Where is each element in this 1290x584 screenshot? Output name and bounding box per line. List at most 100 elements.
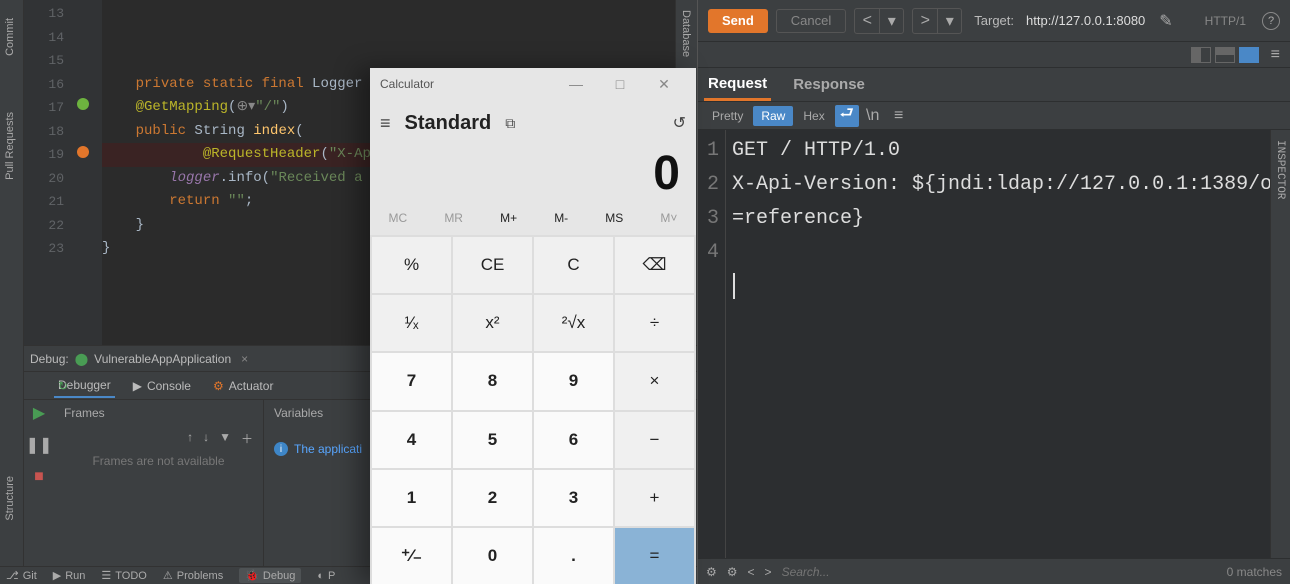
cancel-button[interactable]: Cancel [776, 9, 846, 33]
history-icon[interactable]: ↺ [673, 113, 686, 133]
tab-response[interactable]: Response [789, 70, 869, 99]
nav-fwd-icon[interactable]: > [913, 9, 937, 33]
calc-mem-ms[interactable]: MS [605, 211, 623, 225]
debug-runconfig[interactable]: VulnerableAppApplication [94, 352, 231, 366]
search-settings-icon[interactable]: ⚙ [706, 565, 717, 579]
help-icon[interactable]: ? [1262, 12, 1280, 30]
layout-split-v-icon[interactable] [1215, 47, 1235, 63]
right-tab-inspector[interactable]: INSPECTOR [1271, 130, 1289, 209]
sb-debug[interactable]: 🐞Debug [239, 568, 301, 583]
nav-fwd-menu-icon[interactable]: ▾ [937, 9, 961, 33]
calc-key-C[interactable]: C [534, 237, 613, 293]
mode-pretty[interactable]: Pretty [704, 106, 751, 126]
search-input[interactable] [782, 565, 1217, 579]
calc-key-5[interactable]: 5 [453, 412, 532, 468]
chevron-right-icon[interactable]: > [765, 565, 772, 579]
http-body[interactable]: 1234 GET / HTTP/1.0 X-Api-Version: ${jnd… [698, 130, 1290, 558]
next-frame-icon[interactable]: ↓ [203, 430, 209, 447]
popout-icon[interactable]: ⧉ [505, 115, 515, 132]
calc-key-+[interactable]: + [615, 470, 694, 526]
calc-mem-mr: MR [444, 211, 463, 225]
line-numbers: 1314151617181920212223 [24, 0, 72, 345]
show-nonprint-icon[interactable]: \n [861, 105, 885, 127]
sb-p[interactable]: ◐P [317, 570, 335, 582]
close-button[interactable]: ✕ [642, 76, 686, 93]
list-icon[interactable]: ≡ [887, 105, 911, 127]
sb-problems[interactable]: ⚠Problems [163, 569, 223, 582]
send-button[interactable]: Send [708, 9, 768, 33]
prev-frame-icon[interactable]: ↑ [187, 430, 193, 447]
left-tab-pullrequests[interactable]: Pull Requests [0, 104, 20, 188]
tab-actuator[interactable]: ⚙Actuator [209, 375, 277, 397]
layout-split-h-icon[interactable] [1191, 47, 1211, 63]
left-tab-structure[interactable]: Structure [0, 468, 20, 529]
calc-key-%[interactable]: % [372, 237, 451, 293]
target-url[interactable]: http://127.0.0.1:8080 [1026, 13, 1145, 28]
maximize-button[interactable]: □ [598, 76, 642, 92]
edit-target-icon[interactable]: ✎ [1159, 11, 1172, 31]
close-icon[interactable]: × [241, 352, 248, 366]
calc-key-2[interactable]: 2 [453, 470, 532, 526]
calc-key-0[interactable]: 0 [453, 528, 532, 584]
console-icon: ▶ [133, 379, 142, 393]
search-matches: 0 matches [1227, 565, 1282, 579]
calc-key-²√x[interactable]: ²√x [534, 295, 613, 351]
add-icon[interactable]: ＋ [241, 430, 253, 447]
tab-request[interactable]: Request [704, 69, 771, 101]
gutter[interactable] [72, 0, 102, 345]
frames-message: Frames are not available [64, 454, 253, 468]
rerun-icon[interactable]: ↻ [54, 377, 72, 395]
http-right-toolstrip: INSPECTOR [1270, 130, 1290, 558]
calc-key-=[interactable]: = [615, 528, 694, 584]
calc-key-.[interactable]: . [534, 528, 613, 584]
stop-icon[interactable]: ■ [30, 468, 48, 486]
calc-key-6[interactable]: 6 [534, 412, 613, 468]
filter-icon[interactable]: ▼ [219, 430, 231, 447]
http-proto[interactable]: HTTP/1 [1205, 14, 1246, 28]
chevron-left-icon[interactable]: < [748, 565, 755, 579]
layout-menu-icon[interactable]: ≡ [1271, 46, 1280, 64]
hamburger-icon[interactable]: ≡ [380, 113, 391, 134]
sb-todo[interactable]: ☰TODO [101, 569, 146, 582]
calc-key-8[interactable]: 8 [453, 353, 532, 409]
calc-titlebar[interactable]: Calculator — □ ✕ [370, 68, 696, 100]
left-tab-commit[interactable]: Commit [0, 10, 20, 64]
spring-boot-icon: ⬤ [75, 352, 88, 366]
search-options-icon[interactable]: ⚙ [727, 565, 738, 579]
calc-key-⁺⁄₋[interactable]: ⁺⁄₋ [372, 528, 451, 584]
todo-icon: ☰ [101, 569, 111, 582]
sb-run[interactable]: ▶Run [53, 569, 86, 582]
ide-left-toolstrip: Commit Pull Requests Structure Favorites [0, 0, 24, 584]
calc-key-x²[interactable]: x² [453, 295, 532, 351]
calc-key-1[interactable]: 1 [372, 470, 451, 526]
tab-console[interactable]: ▶Console [129, 375, 195, 397]
calc-key-−[interactable]: − [615, 412, 694, 468]
right-tab-database[interactable]: Database [676, 0, 696, 67]
calc-key-3[interactable]: 3 [534, 470, 613, 526]
nav-back-icon[interactable]: < [855, 9, 879, 33]
layout-single-icon[interactable] [1239, 47, 1259, 63]
wrap-icon[interactable]: ⮐ [835, 105, 859, 127]
minimize-button[interactable]: — [554, 76, 598, 92]
calc-mem-m+[interactable]: M+ [500, 211, 517, 225]
calc-key-×[interactable]: × [615, 353, 694, 409]
calc-key-¹⁄ₓ[interactable]: ¹⁄ₓ [372, 295, 451, 351]
http-text[interactable]: GET / HTTP/1.0 X-Api-Version: ${jndi:lda… [726, 130, 1290, 558]
http-top-toolbar: Send Cancel < ▾ > ▾ Target: http://127.0… [698, 0, 1290, 42]
nav-back-menu-icon[interactable]: ▾ [879, 9, 903, 33]
resume-icon[interactable]: ▶ [30, 404, 48, 422]
calc-key-÷[interactable]: ÷ [615, 295, 694, 351]
mode-raw[interactable]: Raw [753, 106, 793, 126]
calc-key-⌫[interactable]: ⌫ [615, 237, 694, 293]
breakpoint-icon[interactable] [76, 145, 90, 159]
calc-key-CE[interactable]: CE [453, 237, 532, 293]
pause-icon[interactable]: ❚❚ [30, 436, 48, 454]
run-icon: ▶ [53, 569, 61, 582]
calc-mem-m-[interactable]: M- [554, 211, 568, 225]
calc-key-9[interactable]: 9 [534, 353, 613, 409]
calc-key-4[interactable]: 4 [372, 412, 451, 468]
sb-git[interactable]: ⎇Git [6, 569, 37, 582]
mode-hex[interactable]: Hex [795, 106, 832, 126]
calc-key-7[interactable]: 7 [372, 353, 451, 409]
calculator-window[interactable]: Calculator — □ ✕ ≡ Standard ⧉ ↺ 0 MCMRM+… [370, 68, 696, 584]
